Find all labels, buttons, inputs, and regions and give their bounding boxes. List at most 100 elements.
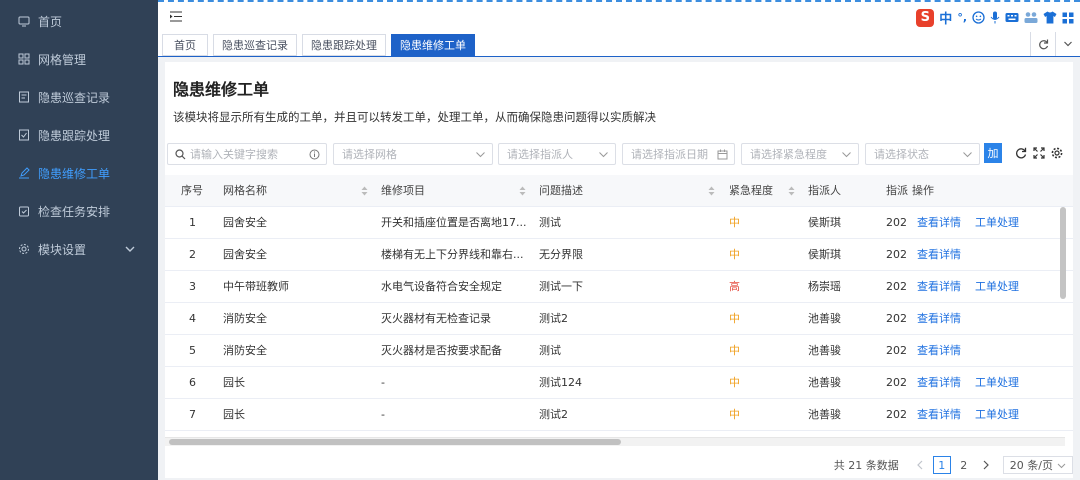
tab-home[interactable]: 首页 bbox=[162, 34, 208, 56]
table-row: 4 消防安全 灭火器材有无检查记录 测试2 中 池善骏 202 查看详情 bbox=[165, 303, 1073, 335]
cell-issue: 测试124 bbox=[539, 376, 582, 389]
table-row: 6 园长 - 测试124 中 池善骏 202 查看详情 工单处理 bbox=[165, 367, 1073, 399]
ime-language[interactable]: 中 bbox=[939, 8, 952, 27]
cell-assignee: 侯斯琪 bbox=[808, 216, 841, 229]
cell-no: 1 bbox=[189, 216, 196, 229]
tshirt-icon[interactable] bbox=[1043, 11, 1057, 24]
horizontal-scrollbar[interactable] bbox=[169, 439, 621, 445]
view-details-link[interactable]: 查看详情 bbox=[917, 207, 961, 239]
table-row: 1 园舍安全 开关和插座位置是否离地17... 测试 中 侯斯琪 202 查看详情 工单处理 bbox=[165, 207, 1073, 239]
pagination: 共 21 条数据 1 2 20 条/页 bbox=[834, 455, 1073, 475]
urgency-select[interactable]: 请选择紧急程度 bbox=[741, 143, 859, 165]
cell-issue: 无分界限 bbox=[539, 248, 583, 261]
sidebar-item-grid-management[interactable]: 网格管理 bbox=[0, 40, 158, 78]
ime-punctuation[interactable]: °, bbox=[957, 11, 967, 24]
process-order-link[interactable]: 工单处理 bbox=[975, 207, 1019, 239]
header-urgency[interactable]: 紧急程度 bbox=[729, 175, 773, 207]
cell-date: 202 bbox=[886, 408, 907, 421]
tab-label: 隐患维修工单 bbox=[400, 39, 466, 52]
header-issue[interactable]: 问题描述 bbox=[539, 175, 583, 207]
sidebar-item-tracking[interactable]: 隐患跟踪处理 bbox=[0, 116, 158, 154]
view-details-link[interactable]: 查看详情 bbox=[917, 367, 961, 399]
process-order-link[interactable]: 工单处理 bbox=[975, 399, 1019, 431]
view-details-link[interactable]: 查看详情 bbox=[917, 271, 961, 303]
tab-inspection-records[interactable]: 隐患巡查记录 bbox=[213, 34, 297, 56]
grid-select[interactable]: 请选择网格 bbox=[333, 143, 493, 165]
work-order-table: 序号 网格名称 维修项目 问题描述 紧急程度 指派人 指派 操作 1 园舍安全 开关… bbox=[165, 175, 1073, 431]
sidebar-item-repair-orders[interactable]: 隐患维修工单 bbox=[0, 154, 158, 192]
tab-tracking[interactable]: 隐患跟踪处理 bbox=[302, 34, 386, 56]
refresh-icon[interactable] bbox=[1015, 147, 1027, 159]
cell-item: - bbox=[381, 376, 385, 389]
sort-icon[interactable] bbox=[519, 186, 526, 196]
track-icon bbox=[19, 129, 29, 141]
cell-item: 灭火器材是否按要求配备 bbox=[381, 344, 502, 357]
page-2-button[interactable]: 2 bbox=[955, 456, 973, 474]
urgency-placeholder: 请选择紧急程度 bbox=[750, 148, 827, 161]
cell-no: 5 bbox=[189, 344, 196, 357]
page-description: 该模块将显示所有生成的工单，并且可以转发工单，处理工单，从而确保隐患问题得以实质… bbox=[173, 110, 656, 124]
view-details-link[interactable]: 查看详情 bbox=[917, 303, 961, 335]
header-item[interactable]: 维修项目 bbox=[381, 175, 425, 207]
smiley-icon[interactable] bbox=[972, 11, 985, 24]
microphone-icon[interactable] bbox=[990, 11, 1000, 24]
page-title: 隐患维修工单 bbox=[173, 80, 270, 99]
sidebar-item-inspection-records[interactable]: 隐患巡查记录 bbox=[0, 78, 158, 116]
cell-no: 4 bbox=[189, 312, 196, 325]
chevron-down-icon bbox=[476, 152, 485, 158]
tab-menu-button[interactable] bbox=[1055, 32, 1080, 56]
cell-urgency: 中 bbox=[729, 344, 740, 357]
sidebar-item-label: 模块设置 bbox=[38, 242, 87, 257]
process-order-link[interactable]: 工单处理 bbox=[975, 367, 1019, 399]
cell-assignee: 池善骏 bbox=[808, 312, 841, 325]
grid-apps-icon[interactable] bbox=[1062, 12, 1074, 24]
page-size-select[interactable]: 20 条/页 bbox=[1002, 456, 1073, 474]
sidebar-item-home[interactable]: 首页 bbox=[0, 2, 158, 40]
cell-grid: 园舍安全 bbox=[223, 248, 267, 261]
view-details-link[interactable]: 查看详情 bbox=[917, 239, 961, 271]
sidebar-item-label: 隐患巡查记录 bbox=[38, 90, 111, 105]
assignee-select[interactable]: 请选择指派人 bbox=[498, 143, 616, 165]
ime-logo[interactable]: S bbox=[916, 8, 935, 27]
keyword-search-input[interactable]: 请输入关键字搜索 bbox=[167, 143, 327, 165]
tab-repair-orders[interactable]: 隐患维修工单 bbox=[391, 34, 475, 56]
chevron-down-icon bbox=[599, 152, 608, 158]
keyword-placeholder: 请输入关键字搜索 bbox=[190, 148, 278, 161]
header-date: 指派 bbox=[886, 184, 908, 197]
cell-urgency: 中 bbox=[729, 408, 740, 421]
date-picker[interactable]: 请选择指派日期 bbox=[622, 143, 735, 165]
prev-page-button[interactable] bbox=[911, 456, 929, 474]
sort-icon[interactable] bbox=[788, 186, 795, 196]
chevron-right-icon bbox=[983, 460, 989, 470]
fullscreen-icon[interactable] bbox=[1033, 147, 1045, 159]
page-1-button[interactable]: 1 bbox=[932, 456, 951, 474]
add-button[interactable]: 加 bbox=[984, 143, 1002, 163]
next-page-button[interactable] bbox=[977, 456, 995, 474]
cell-item: 灭火器材有无检查记录 bbox=[381, 312, 491, 325]
cell-item: 水电气设备符合安全规定 bbox=[381, 280, 502, 293]
keyboard-icon[interactable] bbox=[1005, 12, 1019, 23]
sidebar-item-task-arrangement[interactable]: 检查任务安排 bbox=[0, 192, 158, 230]
vertical-scrollbar[interactable] bbox=[1060, 207, 1066, 299]
people-icon[interactable] bbox=[1024, 11, 1038, 24]
sort-icon[interactable] bbox=[708, 186, 715, 196]
sidebar-item-module-settings[interactable]: 模块设置 bbox=[0, 230, 158, 268]
status-select[interactable]: 请选择状态 bbox=[865, 143, 980, 165]
sort-icon[interactable] bbox=[361, 186, 368, 196]
table-row: 7 园长 - 测试2 中 池善骏 202 查看详情 工单处理 bbox=[165, 399, 1073, 431]
view-details-link[interactable]: 查看详情 bbox=[917, 399, 961, 431]
cell-assignee: 池善骏 bbox=[808, 376, 841, 389]
header-grid[interactable]: 网格名称 bbox=[223, 175, 267, 207]
chevron-down-icon bbox=[1057, 463, 1066, 468]
sidebar-item-label: 检查任务安排 bbox=[38, 204, 111, 219]
process-order-link[interactable]: 工单处理 bbox=[975, 271, 1019, 303]
cell-grid: 中午带班教师 bbox=[223, 280, 289, 293]
edit-icon bbox=[19, 167, 30, 179]
menu-fold-icon[interactable] bbox=[170, 11, 182, 22]
view-details-link[interactable]: 查看详情 bbox=[917, 335, 961, 367]
refresh-tab-button[interactable] bbox=[1030, 32, 1055, 56]
ime-toolbar: S 中 °, bbox=[916, 8, 1074, 27]
settings-icon[interactable] bbox=[1051, 147, 1063, 159]
tab-label: 隐患巡查记录 bbox=[222, 39, 288, 52]
cell-date: 202 bbox=[886, 376, 907, 389]
